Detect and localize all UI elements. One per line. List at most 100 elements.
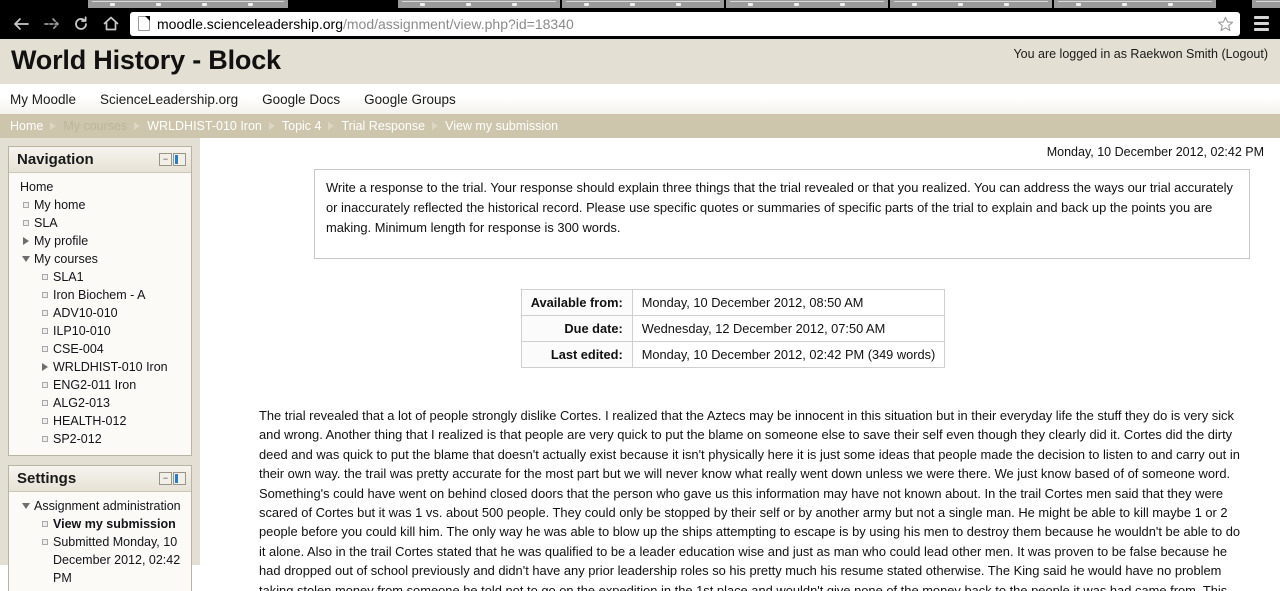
nav-item-adv10-010[interactable]: ADV10-010	[9, 304, 191, 322]
settings-block-title: Settings	[17, 470, 77, 487]
nav-item-cse-004[interactable]: CSE-004	[9, 340, 191, 358]
table-row: Available from: Monday, 10 December 2012…	[520, 289, 946, 316]
reload-icon[interactable]	[66, 11, 96, 37]
nav-item-eng2-011-iron[interactable]: ENG2-011 Iron	[9, 376, 191, 394]
page-header: World History - Block You are logged in …	[0, 38, 1280, 84]
settings-item-view-my-submission[interactable]: View my submission	[9, 515, 191, 533]
nav-item-sla1[interactable]: SLA1	[9, 268, 191, 286]
dates-table-wrapper: Available from: Monday, 10 December 2012…	[200, 289, 1266, 368]
submission-date: Monday, 10 December 2012, 02:42 PM	[1046, 145, 1264, 159]
login-info: You are logged in as Raekwon Smith (Logo…	[1013, 47, 1268, 61]
nav-item-alg2-013[interactable]: ALG2-013	[9, 394, 191, 412]
nav-item-my-home[interactable]: My home	[9, 196, 191, 214]
navigation-block-body: Home My home SLA My profile My courses S…	[9, 173, 191, 455]
tree-leaf-square-icon	[37, 286, 53, 304]
last-edited-value: Monday, 10 December 2012, 02:42 PM (349 …	[631, 341, 946, 368]
chevron-right-icon[interactable]	[18, 232, 34, 250]
available-from-value: Monday, 10 December 2012, 08:50 AM	[631, 289, 946, 316]
dock-block-icon[interactable]	[173, 472, 186, 485]
chevron-right-icon[interactable]	[37, 358, 53, 376]
tree-leaf-square-icon	[18, 196, 34, 214]
settings-tree: Assignment administration View my submis…	[9, 497, 191, 587]
assignment-description-text: Write a response to the trial. Your resp…	[326, 180, 1233, 235]
home-icon[interactable]	[96, 11, 126, 37]
menu-item-google-docs[interactable]: Google Docs	[262, 92, 340, 107]
nav-item-my-profile[interactable]: My profile	[9, 232, 191, 250]
main-content: Monday, 10 December 2012, 02:42 PM Write…	[200, 138, 1280, 591]
browser-tab[interactable]	[398, 0, 560, 8]
nav-item-sla[interactable]: SLA	[9, 214, 191, 232]
breadcrumb-separator-icon	[432, 122, 439, 130]
page-title: World History - Block	[11, 45, 281, 75]
table-row: Due date: Wednesday, 12 December 2012, 0…	[520, 315, 946, 342]
due-date-value: Wednesday, 12 December 2012, 07:50 AM	[631, 315, 946, 342]
tree-leaf-square-icon	[37, 430, 53, 448]
nav-item-iron-biochem[interactable]: Iron Biochem - A	[9, 286, 191, 304]
browser-tab[interactable]	[890, 0, 1052, 8]
navigation-block-header: Navigation −	[9, 147, 191, 173]
tree-leaf-square-icon	[37, 340, 53, 358]
settings-block-body: Assignment administration View my submis…	[9, 492, 191, 591]
dock-block-icon[interactable]	[173, 153, 186, 166]
navigation-block-controls: −	[159, 153, 186, 166]
chevron-down-icon[interactable]	[18, 497, 34, 515]
tree-leaf-square-icon	[37, 304, 53, 322]
navigation-tree: My home SLA My profile My courses SLA1 I…	[9, 196, 191, 448]
nav-item-wrldhist-010-iron[interactable]: WRLDHIST-010 Iron	[9, 358, 191, 376]
settings-item-submitted-status: Submitted Monday, 10 December 2012, 02:4…	[9, 533, 191, 587]
breadcrumb-item-my-courses: My courses	[63, 119, 128, 133]
back-arrow-icon[interactable]	[6, 11, 36, 37]
browser-tab[interactable]	[88, 0, 288, 8]
submission-response-text: The trial revealed that a lot of people …	[259, 408, 1241, 591]
chevron-down-icon[interactable]	[18, 250, 34, 268]
forward-arrow-icon[interactable]	[36, 11, 66, 37]
tree-leaf-square-icon	[37, 322, 53, 340]
tree-leaf-square-icon	[37, 412, 53, 430]
menu-item-my-moodle[interactable]: My Moodle	[10, 92, 76, 107]
menu-item-scienceleadership[interactable]: ScienceLeadership.org	[100, 92, 238, 107]
browser-tab-strip[interactable]	[0, 0, 1280, 9]
breadcrumb-separator-icon	[268, 122, 275, 130]
bookmark-star-icon[interactable]	[1214, 14, 1236, 34]
nav-item-my-courses[interactable]: My courses	[9, 250, 191, 268]
browser-tab[interactable]	[726, 0, 888, 8]
tree-leaf-square-icon	[37, 394, 53, 412]
url-text: moodle.scienceleadership.org/mod/assignm…	[157, 15, 574, 32]
nav-item-health-012[interactable]: HEALTH-012	[9, 412, 191, 430]
hide-block-icon[interactable]: −	[159, 153, 172, 166]
breadcrumb-item-topic-4[interactable]: Topic 4	[282, 119, 322, 133]
menu-item-google-groups[interactable]: Google Groups	[364, 92, 456, 107]
breadcrumb-item-trial-response[interactable]: Trial Response	[341, 119, 425, 133]
address-bar[interactable]: moodle.scienceleadership.org/mod/assignm…	[130, 11, 1240, 36]
tree-leaf-square-icon	[37, 515, 53, 533]
tree-leaf-square-icon	[18, 214, 34, 232]
breadcrumb-separator-icon	[50, 122, 57, 130]
nav-item-home[interactable]: Home	[9, 178, 191, 196]
settings-item-assignment-administration[interactable]: Assignment administration	[9, 497, 191, 515]
breadcrumb-item-wrldhist[interactable]: WRLDHIST-010 Iron	[147, 119, 262, 133]
available-from-label: Available from:	[520, 289, 633, 316]
due-date-label: Due date:	[520, 315, 633, 342]
assignment-description-box: Write a response to the trial. Your resp…	[314, 169, 1250, 259]
browser-chrome: moodle.scienceleadership.org/mod/assignm…	[0, 0, 1280, 38]
assignment-dates-table: Available from: Monday, 10 December 2012…	[520, 289, 946, 368]
breadcrumb-separator-icon	[134, 122, 141, 130]
browser-tab[interactable]	[1054, 0, 1216, 8]
breadcrumb-item-home[interactable]: Home	[10, 119, 43, 133]
nav-item-ilp10-010[interactable]: ILP10-010	[9, 322, 191, 340]
page-document-icon	[138, 16, 150, 31]
hide-block-icon[interactable]: −	[159, 472, 172, 485]
navigation-block: Navigation − Home My home SLA My profile…	[8, 146, 192, 456]
settings-block-controls: −	[159, 472, 186, 485]
page-body: Navigation − Home My home SLA My profile…	[0, 138, 1280, 591]
nav-item-sp2-012[interactable]: SP2-012	[9, 430, 191, 448]
browser-tab[interactable]	[562, 0, 724, 8]
settings-block: Settings − Assignment administration Vie…	[8, 465, 192, 591]
last-edited-label: Last edited:	[520, 341, 633, 368]
tree-leaf-square-icon	[37, 268, 53, 286]
site-menu-bar: My Moodle ScienceLeadership.org Google D…	[0, 84, 1280, 114]
navigation-block-title: Navigation	[17, 151, 94, 168]
browser-tab[interactable]	[1252, 0, 1280, 8]
browser-menu-icon[interactable]	[1248, 11, 1274, 37]
breadcrumb-item-view-my-submission: View my submission	[445, 119, 559, 133]
